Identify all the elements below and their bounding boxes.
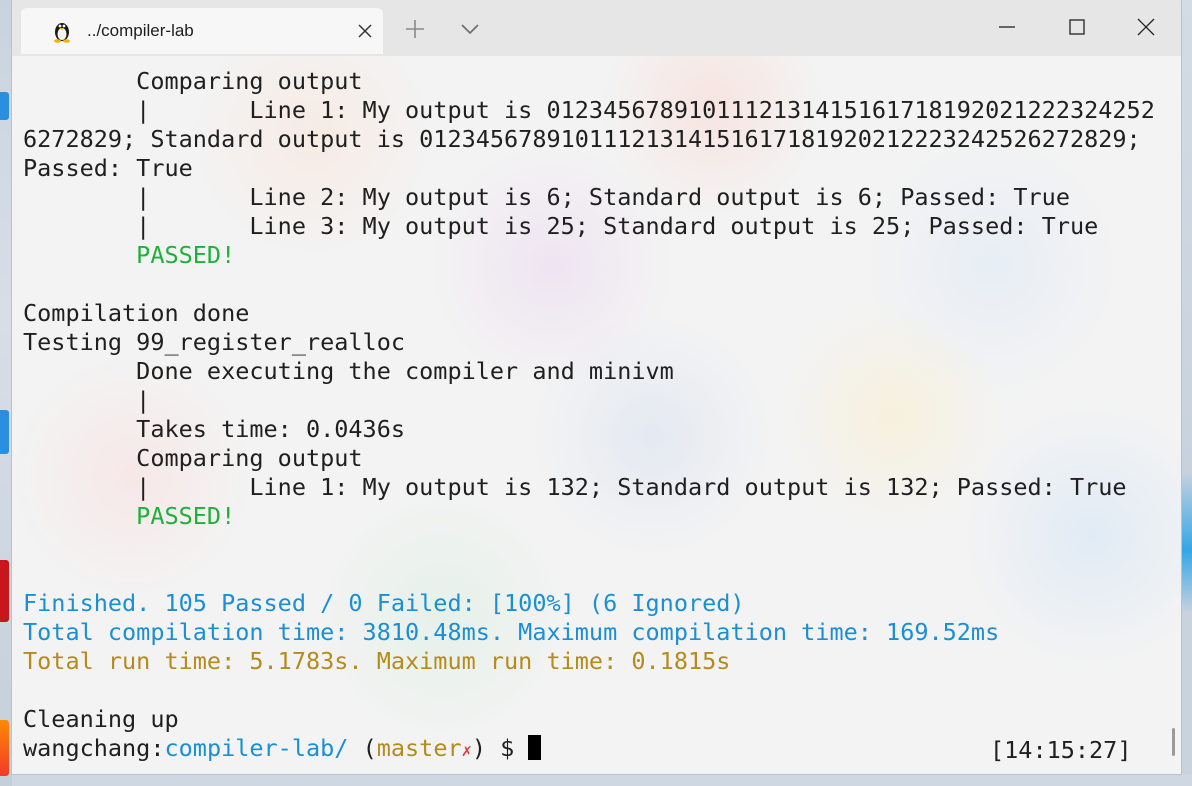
summary-run-time: Total run time: 5.1783s. Maximum run tim… [23, 647, 731, 675]
scrollbar-thumb[interactable] [1172, 728, 1175, 756]
prompt-symbol: $ [486, 734, 529, 762]
terminal-line: Cleaning up [23, 705, 179, 733]
desktop-background-right [1181, 0, 1192, 786]
minimize-icon[interactable] [996, 16, 1018, 38]
desktop-icon-fragment [0, 410, 9, 454]
desktop-icon-fragment [0, 560, 9, 622]
prompt-separator: : [150, 734, 165, 762]
terminal-line: Done executing the compiler and minivm [23, 357, 674, 385]
terminal-line: | [23, 386, 151, 414]
prompt-clock: [14:15:27] [990, 736, 1132, 764]
terminal-line: Comparing output [23, 67, 363, 95]
passed-status: PASSED! [23, 241, 236, 269]
prompt-path: compiler-lab/ [164, 734, 349, 762]
desktop-background-left [0, 0, 12, 786]
desktop-icon-fragment [0, 92, 9, 120]
summary-compilation-time: Total compilation time: 3810.48ms. Maxim… [23, 618, 1000, 646]
terminal-line: | Line 1: My output is 01234567891011121… [23, 96, 1155, 124]
terminal-line: | Line 1: My output is 132; Standard out… [23, 473, 1127, 501]
new-tab-plus-icon[interactable] [404, 18, 426, 40]
prompt-branch-open: ( [348, 734, 377, 762]
text-cursor [528, 735, 542, 760]
terminal-window: ../compiler-lab Comparing output | Line … [12, 0, 1181, 774]
shell-prompt[interactable]: wangchang:compiler-lab/ (master✗) $ [23, 734, 542, 766]
prompt-branch-close: ) [471, 734, 487, 762]
prompt-user: wangchang [23, 734, 151, 762]
terminal-line: Testing 99_register_realloc [23, 328, 406, 356]
summary-finished: Finished. 105 Passed / 0 Failed: [100%] … [23, 589, 745, 617]
close-tab-icon[interactable] [355, 21, 375, 41]
terminal-line: | Line 3: My output is 25; Standard outp… [23, 212, 1099, 240]
tab-title: ../compiler-lab [87, 21, 194, 40]
desktop-icon-fragment [0, 720, 9, 776]
close-window-icon[interactable] [1135, 16, 1157, 38]
terminal-line: | Line 2: My output is 6; Standard outpu… [23, 183, 1070, 211]
terminal-line: Passed: True [23, 154, 193, 182]
tab-compiler-lab[interactable]: ../compiler-lab [21, 8, 383, 54]
terminal-output[interactable]: Comparing output | Line 1: My output is … [12, 56, 1181, 774]
title-bar[interactable]: ../compiler-lab [12, 0, 1181, 56]
prompt-branch: master [376, 734, 462, 762]
terminal-line: Comparing output [23, 444, 363, 472]
terminal-line: Takes time: 0.0436s [23, 415, 406, 443]
desktop-background-bottom [12, 774, 1192, 786]
terminal-line: Compilation done [23, 299, 250, 327]
passed-status: PASSED! [23, 502, 236, 530]
linux-penguin-icon [54, 23, 70, 43]
chevron-down-icon[interactable] [459, 20, 481, 38]
prompt-dirty-mark: ✗ [461, 741, 472, 761]
maximize-icon[interactable] [1066, 16, 1088, 38]
terminal-line: 6272829; Standard output is 012345678910… [23, 125, 1141, 153]
